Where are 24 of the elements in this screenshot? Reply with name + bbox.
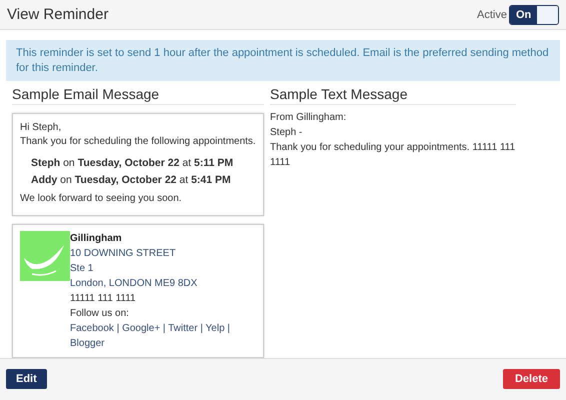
signature-line: Ste 1 bbox=[70, 262, 94, 276]
signature-line: London, LONDON ME9 8DX bbox=[70, 276, 198, 291]
appointment-line: Addy on Tuesday, October 22 at 5:41 PM bbox=[31, 174, 232, 186]
signature-line: 10 DOWNING STREET bbox=[70, 246, 177, 261]
page-title: View Reminder bbox=[7, 6, 108, 24]
toggle-switch[interactable]: On bbox=[509, 4, 559, 25]
text-message-line: Thank you for scheduling your appointments. 11111 111 1111 bbox=[270, 140, 516, 170]
delete-button[interactable]: Delete bbox=[502, 369, 560, 390]
signature-line: 11111 111 1111 bbox=[70, 292, 137, 306]
section-heading: Sample Email Message bbox=[12, 80, 264, 105]
info-message: This reminder is set to send 1 hour after the appointment is scheduled. Email is the preferred sending method for this reminder. bbox=[6, 40, 560, 81]
edit-button[interactable]: Edit bbox=[6, 369, 47, 390]
closing-text: We look forward to seeing you soon. bbox=[20, 192, 183, 204]
intro-text: Thank you for scheduling the following appointments. bbox=[20, 136, 256, 147]
text-message-line: From Gillingham: bbox=[270, 110, 348, 125]
active-label: Active bbox=[477, 8, 507, 21]
greeting-text: Hi Steph, bbox=[20, 122, 62, 133]
appointment-line: Steph on Tuesday, October 22 at 5:11 PM bbox=[31, 156, 234, 169]
business-name: Gillingham bbox=[70, 232, 123, 246]
section-heading: Sample Text Message bbox=[270, 80, 516, 105]
signature-line: Follow us on: bbox=[70, 306, 130, 321]
social-links[interactable]: Facebook | Google+ | Twitter | Yelp | Blogger bbox=[70, 320, 263, 351]
text-message-line: Steph - bbox=[270, 126, 304, 140]
logo bbox=[20, 230, 70, 281]
